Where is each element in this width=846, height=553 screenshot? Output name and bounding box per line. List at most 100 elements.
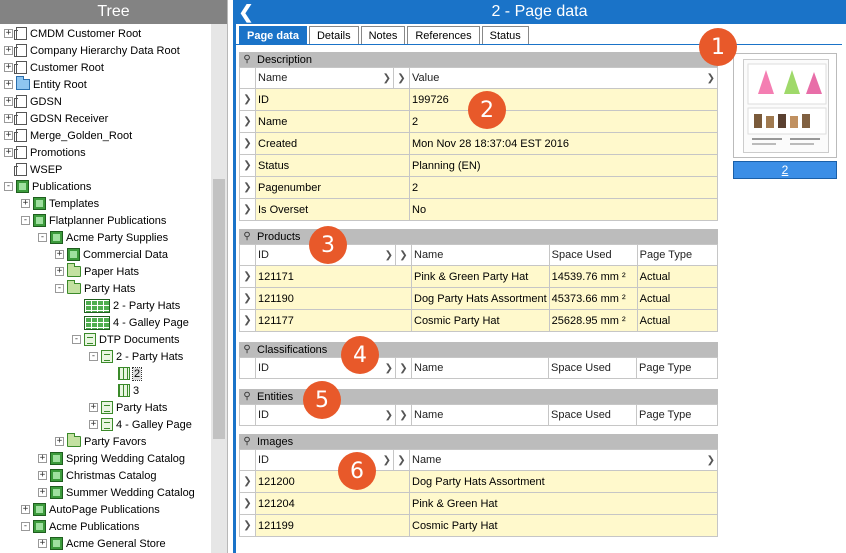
table-row[interactable]: ❯ 121200 Dog Party Hats Assortment — [239, 470, 718, 493]
collapse-icon[interactable]: - — [89, 352, 98, 361]
expand-icon[interactable]: + — [89, 403, 98, 412]
table-row[interactable]: ❯ Status Planning (EN) — [239, 154, 718, 177]
row-expand-cell[interactable]: ❯ — [239, 110, 256, 133]
tree-item[interactable]: - Flatplanner Publications — [21, 212, 166, 229]
expand-icon[interactable]: + — [4, 29, 13, 38]
row-expand-cell[interactable]: ❯ — [239, 287, 256, 310]
collapse-icon[interactable]: - — [21, 216, 30, 225]
column-header-space-used[interactable]: Space Used — [548, 357, 637, 379]
expand-icon[interactable]: + — [4, 63, 13, 72]
expand-icon[interactable]: + — [4, 114, 13, 123]
tree-item[interactable]: - Party Hats — [55, 280, 135, 297]
row-expand-cell[interactable]: ❯ — [239, 88, 256, 111]
expand-icon[interactable]: + — [55, 267, 64, 276]
expand-icon[interactable]: + — [38, 488, 47, 497]
tree-item[interactable]: + Company Hierarchy Data Root — [4, 42, 180, 59]
tree-item[interactable]: + Commercial Data — [55, 246, 168, 263]
tree-item[interactable]: + CMDM Customer Root — [4, 25, 141, 42]
value-cell[interactable]: 199726 — [409, 88, 718, 111]
tree-item[interactable]: +4 - Galley Page — [89, 416, 192, 433]
table-row[interactable]: ❯ 121204 Pink & Green Hat — [239, 492, 718, 515]
tree-item[interactable]: - 2 - Party Hats — [89, 348, 183, 365]
table-row[interactable]: ❯ Is Overset No — [239, 198, 718, 221]
row-expand-cell[interactable]: ❯ — [239, 492, 256, 515]
tree-item[interactable]: + Acme General Store — [38, 535, 166, 552]
column-header-space-used[interactable]: Space Used — [548, 244, 638, 266]
expand-icon[interactable]: + — [4, 80, 13, 89]
tree-item[interactable]: + GDSN — [4, 93, 62, 110]
row-expand-cell[interactable]: ❯ — [239, 132, 256, 155]
expand-icon[interactable]: + — [21, 199, 30, 208]
table-row[interactable]: ❯ 121190 Dog Party Hats Assortment 45373.66… — [239, 287, 719, 310]
tab-status[interactable]: Status — [481, 26, 529, 44]
pin-icon[interactable]: ⚲ — [241, 390, 253, 403]
column-header-name[interactable]: Name — [411, 357, 549, 379]
column-header-name[interactable]: Name — [411, 404, 549, 426]
description-header[interactable]: ⚲ Description — [239, 52, 718, 67]
collapse-icon[interactable]: - — [38, 233, 47, 242]
tree-item[interactable]: + Party Hats — [89, 399, 167, 416]
images-header[interactable]: ⚲ Images — [239, 434, 718, 449]
column-header-value[interactable]: Value ❯ — [409, 67, 718, 89]
value-cell[interactable]: No — [409, 198, 718, 221]
tree-item[interactable]: + Templates — [21, 195, 99, 212]
column-header-name[interactable]: Name ❯ — [409, 449, 718, 471]
expand-icon[interactable]: + — [21, 505, 30, 514]
row-expand-cell[interactable]: ❯ — [239, 265, 256, 288]
expand-icon[interactable]: + — [55, 437, 64, 446]
value-cell[interactable]: 2 — [409, 176, 718, 199]
column-header-name[interactable]: Name ❯ — [255, 67, 394, 89]
column-header-space-used[interactable]: Space Used — [548, 404, 637, 426]
table-row[interactable]: ❯ Created Mon Nov 28 18:37:04 EST 2016 — [239, 132, 718, 155]
tree-item[interactable]: + Promotions — [4, 144, 86, 161]
tree-item[interactable]: - Acme Party Supplies — [38, 229, 168, 246]
pin-icon[interactable]: ⚲ — [241, 230, 253, 243]
value-cell[interactable]: 2 — [409, 110, 718, 133]
expand-icon[interactable]: + — [38, 471, 47, 480]
expand-icon[interactable]: + — [38, 539, 47, 548]
column-header-page-type[interactable]: Page Type — [636, 244, 719, 266]
expand-icon[interactable]: + — [4, 97, 13, 106]
tree-scrollbar-thumb[interactable] — [213, 179, 225, 439]
collapse-icon[interactable]: - — [72, 335, 81, 344]
row-expand-cell[interactable]: ❯ — [239, 514, 256, 537]
table-row[interactable]: ❯ 121171 Pink & Green Party Hat 14539.76 mm… — [239, 265, 719, 288]
pin-icon[interactable]: ⚲ — [241, 53, 253, 66]
row-expand-cell[interactable]: ❯ — [239, 154, 256, 177]
tab-details[interactable]: Details — [308, 26, 359, 44]
table-row[interactable]: ❯ 121177 Cosmic Party Hat 25628.95 mm ² Actu… — [239, 309, 719, 332]
tree-item[interactable]: 2 — [106, 365, 143, 382]
value-cell[interactable]: Mon Nov 28 18:37:04 EST 2016 — [409, 132, 718, 155]
row-expand-cell[interactable]: ❯ — [239, 470, 256, 493]
pin-icon[interactable]: ⚲ — [241, 435, 253, 448]
tree-item[interactable]: - Acme Publications — [21, 518, 140, 535]
tree-item[interactable]: + Customer Root — [4, 59, 104, 76]
row-expand-cell[interactable]: ❯ — [239, 198, 256, 221]
tree-item[interactable]: + GDSN Receiver — [4, 110, 108, 127]
tree-item[interactable]: + Party Favors — [55, 433, 146, 450]
tree-item[interactable]: + Merge_Golden_Root — [4, 127, 132, 144]
value-cell[interactable]: Planning (EN) — [409, 154, 718, 177]
row-expand-cell[interactable]: ❯ — [239, 176, 256, 199]
tree-item[interactable]: 3 — [106, 382, 139, 399]
tree-item[interactable]: + Paper Hats — [55, 263, 139, 280]
tab-page-data[interactable]: Page data — [239, 26, 307, 44]
collapse-icon[interactable]: - — [21, 522, 30, 531]
tree-item[interactable]: + Summer Wedding Catalog — [38, 484, 195, 501]
tree-item[interactable]: + Christmas Catalog — [38, 467, 156, 484]
classifications-header[interactable]: ⚲ Classifications — [239, 342, 718, 357]
tree-item[interactable]: - DTP Documents — [72, 331, 180, 348]
tree-item[interactable]: + Entity Root — [4, 76, 87, 93]
tree-scrollbar[interactable] — [211, 24, 227, 553]
column-header-page-type[interactable]: Page Type — [636, 404, 718, 426]
tab-notes[interactable]: Notes — [360, 26, 406, 44]
expand-icon[interactable]: + — [89, 420, 98, 429]
tree-item[interactable]: 2 - Party Hats — [72, 297, 180, 314]
row-expand-cell[interactable]: ❯ — [239, 309, 256, 332]
collapse-icon[interactable]: - — [4, 182, 13, 191]
column-header-name[interactable]: Name — [411, 244, 550, 266]
collapse-icon[interactable]: - — [55, 284, 64, 293]
tree-item[interactable]: + AutoPage Publications — [21, 501, 160, 518]
table-row[interactable]: ❯ Pagenumber 2 — [239, 176, 718, 199]
expand-icon[interactable]: + — [4, 148, 13, 157]
